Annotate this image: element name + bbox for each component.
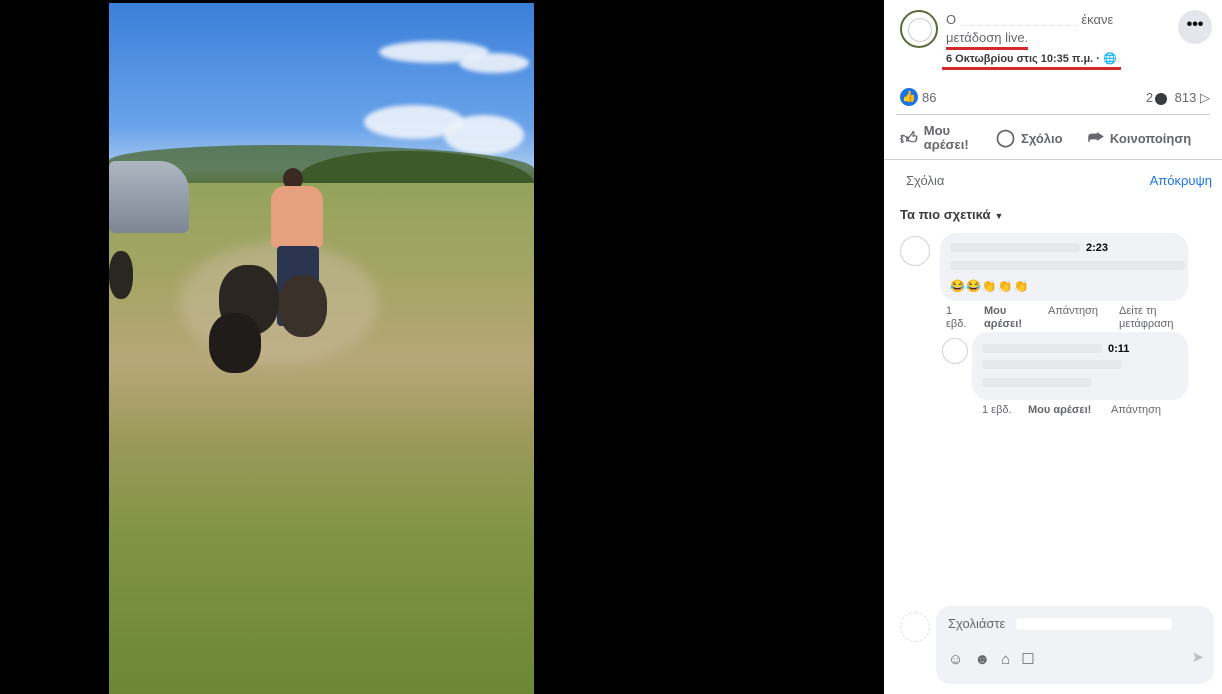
comment-emoji: 😂😂👏👏👏 (950, 279, 1030, 293)
reply-reply-link[interactable]: Απάντηση (1111, 404, 1161, 416)
like-label: Μου αρέσει! (924, 124, 969, 152)
post-date[interactable]: 6 Οκτωβρίου στις 10:35 π.μ. · 🌐 (942, 52, 1121, 70)
comment-label: Σχόλιο (1021, 130, 1063, 146)
redacted-name (950, 243, 1080, 252)
like-button[interactable]: 👍︎ Μου αρέσει! (900, 118, 969, 158)
smiley-icon[interactable]: ☻ (974, 651, 990, 668)
redacted-text (982, 360, 1122, 369)
more-horizontal-icon: ••• (1186, 16, 1204, 33)
more-options-button[interactable]: ••• (1178, 10, 1212, 44)
reply-commenter-avatar[interactable] (942, 338, 968, 364)
caret-down-icon: ▼ (994, 211, 1004, 221)
age-line2: εβδ. (946, 318, 967, 330)
author-line: Ο έκανε (946, 12, 1136, 27)
share-icon: ⮫ (1088, 128, 1104, 147)
like-line2: αρέσει! (984, 318, 1022, 330)
comment-reply-link[interactable]: Απάντηση (1048, 305, 1098, 317)
video-timestamp[interactable]: 2:23 (1086, 242, 1108, 254)
dog (209, 313, 261, 373)
sticker-icon[interactable]: ☐ (1021, 651, 1034, 668)
cloud (459, 53, 529, 73)
like-line1: Μου (984, 305, 1007, 317)
thumbs-up-icon: 👍︎ (900, 128, 918, 148)
my-avatar (900, 612, 930, 642)
redacted-text (950, 261, 1185, 270)
author-avatar[interactable] (900, 10, 938, 48)
see-translation-link[interactable]: Δείτε τη μετάφραση (1119, 305, 1173, 331)
divider (896, 114, 1210, 115)
comment-view-counts: 2 813 ▷ (1146, 90, 1210, 106)
dog (109, 251, 133, 299)
comment-count[interactable]: 2 (1146, 90, 1153, 105)
redacted-name (982, 344, 1102, 353)
redacted-name (959, 15, 1078, 26)
like-count[interactable]: 86 (922, 90, 936, 105)
cloud (444, 115, 524, 155)
post-panel: Ο έκανε μετάδοση live. 6 Οκτωβρίου στις … (884, 0, 1222, 694)
camera-icon[interactable]: ⌂ (1001, 651, 1010, 668)
emoji-icon[interactable]: ☺ (948, 651, 963, 668)
age-line1: 1 (946, 305, 953, 317)
comment-icon: ◯ (996, 128, 1016, 147)
video-frame[interactable] (109, 3, 534, 694)
hide-comments-link[interactable]: Απόκρυψη (1150, 173, 1212, 188)
send-icon[interactable]: ➤ (1191, 648, 1204, 666)
commenter-avatar[interactable] (900, 236, 930, 266)
share-button[interactable]: ⮫ Κοινοποίηση (1088, 118, 1191, 158)
translation-line2: μετάφραση (1119, 318, 1174, 330)
video-timestamp[interactable]: 0:11 (1108, 343, 1129, 355)
action-suffix: έκανε (1081, 12, 1114, 27)
comment-button[interactable]: ◯ Σχόλιο (996, 118, 1063, 158)
sort-label: Τα πιο σχετικά (900, 207, 991, 222)
comment-composer[interactable]: Σχολιάστε ☺ ☻ ⌂ ☐ ➤ (936, 606, 1214, 684)
comment-input[interactable]: Σχολιάστε (948, 616, 1005, 631)
post-actions: 👍︎ Μου αρέσει! ◯ Σχόλιο ⮫ Κοινοποίηση (896, 118, 1210, 158)
comment-age[interactable]: 1 εβδ. (946, 305, 966, 331)
post-date-text[interactable]: 6 Οκτωβρίου στις 10:35 π.μ. · (946, 53, 1103, 65)
reply-bubble: 0:11 (972, 332, 1188, 400)
comment-bubble-icon (1155, 92, 1168, 105)
comment-sort-dropdown[interactable]: Τα πιο σχετικά ▼ (900, 207, 1003, 222)
redacted-text (982, 378, 1092, 387)
view-count[interactable]: 813 (1175, 90, 1197, 105)
comments-heading: Σχόλια (906, 173, 945, 188)
translation-line1: Δείτε τη (1119, 305, 1157, 317)
comment-like-link[interactable]: Μου αρέσει! (984, 305, 1022, 331)
like-label-line2: αρέσει! (923, 137, 969, 152)
composer-tools: ☺ ☻ ⌂ ☐ (948, 650, 1046, 668)
redacted-name (1016, 618, 1172, 630)
reply-like-link[interactable]: Μου αρέσει! (1028, 404, 1091, 416)
globe-icon: 🌐 (1103, 53, 1117, 65)
comment-bubble: 2:23 😂😂👏👏👏 (940, 233, 1188, 301)
share-label: Κοινοποίηση (1109, 130, 1192, 146)
car (109, 161, 189, 233)
like-reaction-icon[interactable]: 👍 (900, 88, 918, 106)
reply-age[interactable]: 1 εβδ. (982, 404, 1012, 416)
author-prefix[interactable]: Ο (946, 12, 956, 27)
dog (279, 275, 327, 337)
live-action-text: μετάδοση live. (946, 30, 1029, 50)
reactions-bar: 👍 86 2 813 ▷ (900, 88, 1210, 108)
divider (884, 159, 1222, 160)
like-label-line1: Μου (923, 123, 951, 138)
video-player[interactable] (0, 0, 884, 694)
play-icon: ▷ (1200, 90, 1210, 105)
